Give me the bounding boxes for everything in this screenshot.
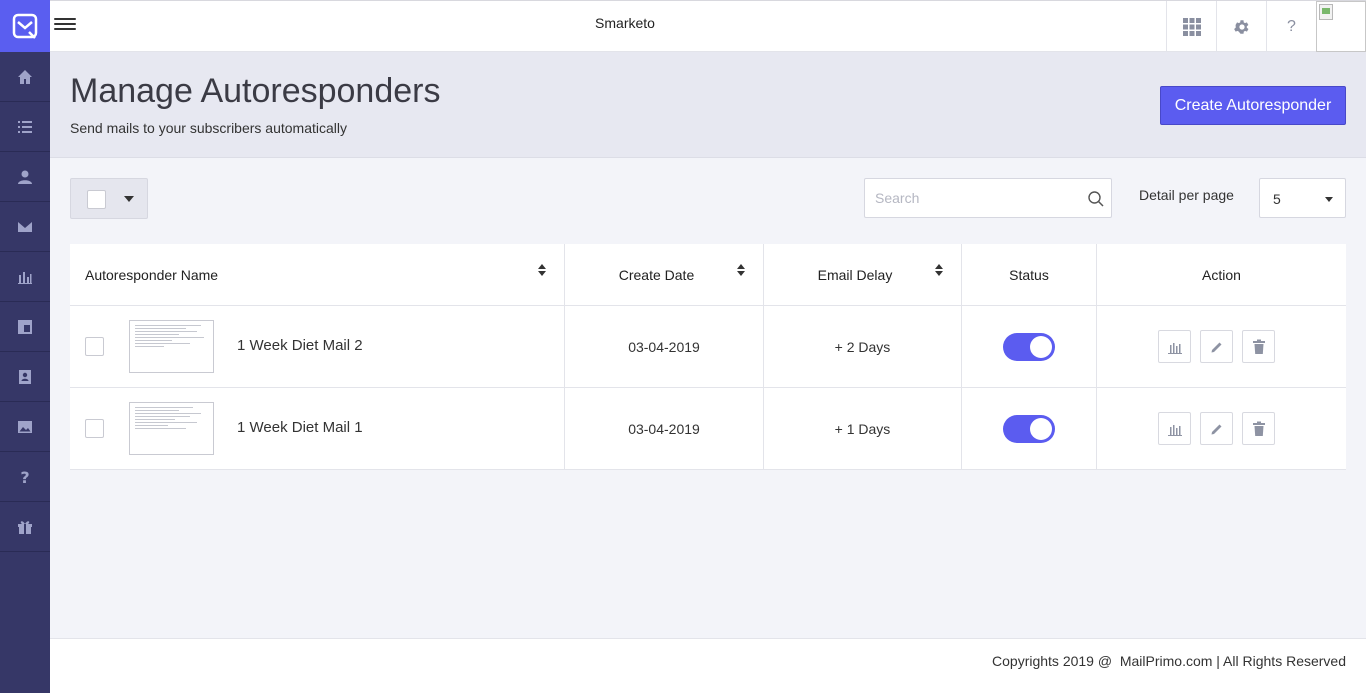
email-thumbnail[interactable] <box>129 320 214 373</box>
contacts-book-icon <box>19 369 31 384</box>
sidebar-item-campaigns[interactable] <box>0 202 50 252</box>
grid-icon <box>1182 17 1201 36</box>
table-row: 1 Week Diet Mail 2 03-04-2019 + 2 Days <box>70 306 1346 388</box>
app-title: Smarketo <box>595 15 655 31</box>
column-header-create-date[interactable]: Create Date <box>565 244 764 305</box>
column-header-name[interactable]: Autoresponder Name <box>70 244 565 305</box>
sidebar-item-templates[interactable] <box>0 302 50 352</box>
page-header: Manage Autoresponders Send mails to your… <box>50 52 1366 158</box>
sort-icon[interactable] <box>538 264 546 278</box>
name-cell: 1 Week Diet Mail 1 <box>70 388 565 469</box>
table-header-row: Autoresponder Name Create Date Email Del… <box>70 244 1346 306</box>
row-checkbox[interactable] <box>85 337 104 356</box>
bar-chart-icon <box>1167 342 1182 354</box>
edit-button[interactable] <box>1200 330 1233 363</box>
help-button[interactable]: ? <box>1266 1 1316 52</box>
gear-icon <box>1233 19 1248 34</box>
create-autoresponder-button[interactable]: Create Autoresponder <box>1160 86 1346 125</box>
help-icon: ? <box>20 468 29 486</box>
per-page-label: Detail per page <box>1139 187 1234 203</box>
autoresponder-name[interactable]: 1 Week Diet Mail 1 <box>237 419 363 436</box>
create-date-cell: 03-04-2019 <box>565 388 764 469</box>
autoresponder-name[interactable]: 1 Week Diet Mail 2 <box>237 337 363 354</box>
stats-button[interactable] <box>1158 412 1191 445</box>
sidebar-item-gifts[interactable] <box>0 502 50 552</box>
caret-down-icon <box>1325 197 1333 202</box>
search-input[interactable] <box>865 179 1080 217</box>
column-header-email-delay[interactable]: Email Delay <box>764 244 962 305</box>
action-cell <box>1097 388 1346 469</box>
stats-button[interactable] <box>1158 330 1191 363</box>
sidebar: ? <box>0 0 50 693</box>
pencil-icon <box>1211 424 1221 434</box>
page-subtitle: Send mails to your subscribers automatic… <box>70 120 348 136</box>
bulk-select-dropdown[interactable] <box>70 178 148 219</box>
home-icon <box>18 69 32 84</box>
delete-button[interactable] <box>1242 412 1275 445</box>
email-delay-cell: + 1 Days <box>764 388 962 469</box>
trash-icon <box>1252 421 1265 436</box>
status-toggle[interactable] <box>1003 332 1055 361</box>
app-logo[interactable] <box>0 0 50 52</box>
list-icon <box>18 120 32 133</box>
bar-chart-icon <box>18 271 32 284</box>
delete-button[interactable] <box>1242 330 1275 363</box>
name-cell: 1 Week Diet Mail 2 <box>70 306 565 387</box>
email-thumbnail[interactable] <box>129 402 214 455</box>
apps-grid-button[interactable] <box>1166 1 1216 52</box>
settings-button[interactable] <box>1216 1 1266 52</box>
help-question-icon: ? <box>1287 17 1296 35</box>
svg-text:?: ? <box>20 468 29 486</box>
per-page-value: 5 <box>1273 191 1281 207</box>
row-checkbox[interactable] <box>85 419 104 438</box>
status-toggle[interactable] <box>1003 414 1055 443</box>
sort-icon[interactable] <box>737 264 745 278</box>
select-all-checkbox[interactable] <box>87 190 106 209</box>
column-header-status: Status <box>962 244 1097 305</box>
table-row: 1 Week Diet Mail 1 03-04-2019 + 1 Days <box>70 388 1346 470</box>
search-box <box>864 178 1112 218</box>
sidebar-item-reports[interactable] <box>0 252 50 302</box>
sort-icon[interactable] <box>935 264 943 278</box>
copyright-text: Copyrights 2019 @ MailPrimo.com | All Ri… <box>992 653 1346 669</box>
sidebar-item-contacts[interactable] <box>0 352 50 402</box>
image-icon <box>18 420 32 433</box>
gift-icon <box>18 520 32 534</box>
topbar-icons: ? <box>1166 1 1366 52</box>
sidebar-item-help[interactable]: ? <box>0 452 50 502</box>
pencil-icon <box>1211 342 1221 352</box>
sidebar-item-media[interactable] <box>0 402 50 452</box>
create-date-cell: 03-04-2019 <box>565 306 764 387</box>
mail-icon <box>18 221 32 232</box>
bar-chart-icon <box>1167 424 1182 436</box>
user-icon <box>18 170 32 184</box>
mail-logo-icon <box>12 13 38 39</box>
status-cell <box>962 306 1097 387</box>
action-cell <box>1097 306 1346 387</box>
search-icon[interactable] <box>1087 190 1105 208</box>
per-page-select[interactable]: 5 <box>1259 178 1346 218</box>
caret-down-icon <box>124 196 134 202</box>
sidebar-item-subscribers[interactable] <box>0 152 50 202</box>
column-header-action: Action <box>1202 266 1241 283</box>
user-avatar[interactable] <box>1316 1 1366 52</box>
autoresponder-table: Autoresponder Name Create Date Email Del… <box>70 244 1346 470</box>
topbar: Smarketo ? <box>50 0 1366 52</box>
page-title: Manage Autoresponders <box>70 72 441 110</box>
broken-image-icon <box>1319 4 1333 20</box>
edit-button[interactable] <box>1200 412 1233 445</box>
status-cell <box>962 388 1097 469</box>
layout-icon <box>18 319 32 334</box>
sidebar-item-home[interactable] <box>0 52 50 102</box>
trash-icon <box>1252 339 1265 354</box>
sidebar-item-lists[interactable] <box>0 102 50 152</box>
footer: Copyrights 2019 @ MailPrimo.com | All Ri… <box>50 638 1366 693</box>
email-delay-cell: + 2 Days <box>764 306 962 387</box>
